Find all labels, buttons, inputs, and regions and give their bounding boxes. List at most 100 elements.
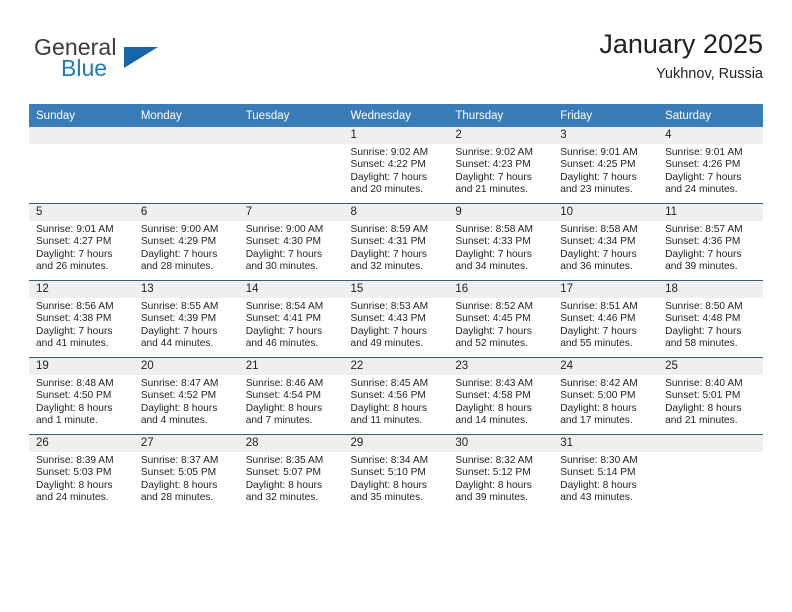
day-daylight-1-text: Daylight: 7 hours <box>140 248 218 260</box>
calendar-day-cell[interactable]: 11 Sunrise: 8:57 AM Sunset: 4:36 PM Dayligh… <box>658 203 763 281</box>
day-daylight-1-text: Daylight: 7 hours <box>560 248 637 260</box>
day-daylight-2-text: and 55 minutes. <box>560 338 633 350</box>
calendar-day-cell[interactable]: 4 Sunrise: 9:01 AM Sunset: 4:26 PM Daylight… <box>658 127 763 204</box>
day-daylight-1-text: Daylight: 8 hours <box>245 402 323 414</box>
day-sunset-text: Sunset: 4:29 PM <box>140 236 217 248</box>
calendar-day-cell[interactable]: 12 Sunrise: 8:56 AM Sunset: 4:38 PM Dayligh… <box>29 280 134 358</box>
calendar-day-cell[interactable]: 8 Sunrise: 8:59 AM Sunset: 4:31 PM Daylight… <box>343 203 449 281</box>
day-daylight-2-text: and 41 minutes. <box>36 338 109 350</box>
calendar-day-cell[interactable]: 6 Sunrise: 9:00 AM Sunset: 4:29 PM Daylight… <box>133 203 239 281</box>
day-daylight-1-text: Daylight: 7 hours <box>140 325 218 337</box>
day-sunrise-text: Sunrise: 8:48 AM <box>36 378 114 389</box>
calendar-day-cell[interactable]: 29 Sunrise: 8:34 AM Sunset: 5:10 PM Dayligh… <box>343 434 449 511</box>
day-daylight-2-text: and 24 minutes. <box>36 492 109 504</box>
calendar-day-cell[interactable]: 20 Sunrise: 8:47 AM Sunset: 4:52 PM Dayligh… <box>133 357 239 435</box>
calendar-day-cell[interactable]: 23 Sunrise: 8:43 AM Sunset: 4:58 PM Dayligh… <box>448 357 554 435</box>
day-daylight-1-text: Daylight: 8 hours <box>140 402 218 414</box>
day-sunset-text: Sunset: 4:31 PM <box>350 236 426 248</box>
day-daylight-1-text: Daylight: 8 hours <box>350 402 427 414</box>
weekday-header-wednesday: Wednesday <box>343 104 449 127</box>
day-sunrise-text: Sunrise: 8:45 AM <box>350 378 429 389</box>
day-details: Sunrise: 8:37 AM Sunset: 5:05 PM Daylight:… <box>134 452 239 505</box>
day-sunrise-text: Sunrise: 8:50 AM <box>665 301 743 312</box>
calendar-day-cell[interactable]: 17 Sunrise: 8:51 AM Sunset: 4:46 PM Dayligh… <box>553 280 659 358</box>
calendar-day-cell[interactable]: 14 Sunrise: 8:54 AM Sunset: 4:41 PM Dayligh… <box>238 280 344 358</box>
day-sunrise-text: Sunrise: 8:58 AM <box>560 224 638 235</box>
calendar-day-cell[interactable]: 28 Sunrise: 8:35 AM Sunset: 5:07 PM Dayligh… <box>238 434 344 511</box>
day-daylight-1-text: Daylight: 7 hours <box>560 171 637 183</box>
day-daylight-2-text: and 52 minutes. <box>455 338 528 350</box>
day-daylight-1-text: Daylight: 7 hours <box>350 248 427 260</box>
day-daylight-2-text: and 28 minutes. <box>140 492 214 504</box>
calendar-day-cell[interactable]: 3 Sunrise: 9:01 AM Sunset: 4:25 PM Daylight… <box>553 127 659 204</box>
day-details: Sunrise: 8:54 AM Sunset: 4:41 PM Daylight:… <box>239 298 344 351</box>
day-number: 13 <box>133 281 239 298</box>
day-daylight-1-text: Daylight: 8 hours <box>245 479 323 491</box>
calendar-day-cell[interactable]: 16 Sunrise: 8:52 AM Sunset: 4:45 PM Dayligh… <box>448 280 554 358</box>
calendar-day-cell[interactable]: 30 Sunrise: 8:32 AM Sunset: 5:12 PM Dayligh… <box>448 434 554 511</box>
day-number: 5 <box>29 204 134 221</box>
calendar-day-cell[interactable]: 24 Sunrise: 8:42 AM Sunset: 5:00 PM Dayligh… <box>553 357 659 435</box>
day-daylight-2-text: and 34 minutes. <box>455 261 528 273</box>
day-daylight-2-text: and 39 minutes. <box>665 261 738 273</box>
day-daylight-1-text: Daylight: 7 hours <box>665 325 742 337</box>
calendar-day-cell[interactable]: 1 Sunrise: 9:02 AM Sunset: 4:22 PM Daylight… <box>343 127 449 204</box>
calendar-day-cell[interactable]: 13 Sunrise: 8:55 AM Sunset: 4:39 PM Dayligh… <box>133 280 239 358</box>
day-details: Sunrise: 8:59 AM Sunset: 4:31 PM Daylight:… <box>344 221 449 274</box>
day-sunrise-text: Sunrise: 8:37 AM <box>140 455 219 466</box>
calendar-day-cell-empty <box>658 434 763 511</box>
calendar-day-cell[interactable]: 2 Sunrise: 9:02 AM Sunset: 4:23 PM Daylight… <box>448 127 554 204</box>
day-details: Sunrise: 8:45 AM Sunset: 4:56 PM Daylight:… <box>344 375 449 428</box>
calendar-day-cell[interactable]: 7 Sunrise: 9:00 AM Sunset: 4:30 PM Daylight… <box>238 203 344 281</box>
day-sunset-text: Sunset: 4:22 PM <box>350 159 426 171</box>
day-sunset-text: Sunset: 4:48 PM <box>665 313 741 325</box>
weekday-header-friday: Friday <box>553 104 659 127</box>
day-details: Sunrise: 8:46 AM Sunset: 4:54 PM Daylight:… <box>239 375 344 428</box>
day-number: 4 <box>658 127 763 144</box>
day-daylight-2-text: and 28 minutes. <box>140 261 214 273</box>
calendar-day-cell[interactable]: 15 Sunrise: 8:53 AM Sunset: 4:43 PM Dayligh… <box>343 280 449 358</box>
calendar-day-cell[interactable]: 10 Sunrise: 8:58 AM Sunset: 4:34 PM Dayligh… <box>553 203 659 281</box>
day-daylight-1-text: Daylight: 7 hours <box>455 325 532 337</box>
day-number: 10 <box>553 204 659 221</box>
triangle-icon <box>124 47 158 68</box>
calendar-day-cell[interactable]: 22 Sunrise: 8:45 AM Sunset: 4:56 PM Dayligh… <box>343 357 449 435</box>
day-sunrise-text: Sunrise: 8:54 AM <box>245 301 324 312</box>
day-number: 24 <box>553 358 659 375</box>
calendar-day-cell[interactable]: 25 Sunrise: 8:40 AM Sunset: 5:01 PM Dayligh… <box>658 357 763 435</box>
day-number: 20 <box>133 358 239 375</box>
day-details: Sunrise: 8:58 AM Sunset: 4:34 PM Daylight:… <box>553 221 658 274</box>
day-number: 8 <box>343 204 449 221</box>
calendar-day-cell[interactable]: 18 Sunrise: 8:50 AM Sunset: 4:48 PM Dayligh… <box>658 280 763 358</box>
day-sunrise-text: Sunrise: 8:57 AM <box>665 224 743 235</box>
calendar-week-row: 5 Sunrise: 9:01 AM Sunset: 4:27 PM Daylight… <box>29 203 763 281</box>
day-details: Sunrise: 8:52 AM Sunset: 4:45 PM Daylight:… <box>448 298 553 351</box>
calendar-day-cell[interactable]: 9 Sunrise: 8:58 AM Sunset: 4:33 PM Daylight… <box>448 203 554 281</box>
calendar-body: 1 Sunrise: 9:02 AM Sunset: 4:22 PM Daylight… <box>29 127 763 511</box>
day-sunrise-text: Sunrise: 8:55 AM <box>140 301 219 312</box>
calendar-day-cell[interactable]: 26 Sunrise: 8:39 AM Sunset: 5:03 PM Dayligh… <box>29 434 134 511</box>
day-daylight-2-text: and 32 minutes. <box>350 261 424 273</box>
day-daylight-1-text: Daylight: 8 hours <box>36 402 113 414</box>
day-daylight-2-text: and 30 minutes. <box>245 261 319 273</box>
day-number: 30 <box>448 435 554 452</box>
day-daylight-2-text: and 49 minutes. <box>350 338 424 350</box>
brand-logo[interactable]: General Blue <box>29 34 249 90</box>
calendar-day-cell[interactable]: 19 Sunrise: 8:48 AM Sunset: 4:50 PM Dayligh… <box>29 357 134 435</box>
day-number <box>29 127 134 144</box>
calendar-day-cell[interactable]: 27 Sunrise: 8:37 AM Sunset: 5:05 PM Dayligh… <box>133 434 239 511</box>
day-sunset-text: Sunset: 4:34 PM <box>560 236 636 248</box>
day-sunset-text: Sunset: 4:36 PM <box>665 236 741 248</box>
day-number: 2 <box>448 127 554 144</box>
day-number: 28 <box>238 435 344 452</box>
calendar-day-cell[interactable]: 21 Sunrise: 8:46 AM Sunset: 4:54 PM Dayligh… <box>238 357 344 435</box>
day-daylight-2-text: and 21 minutes. <box>455 184 528 196</box>
calendar-day-cell[interactable]: 5 Sunrise: 9:01 AM Sunset: 4:27 PM Daylight… <box>29 203 134 281</box>
day-daylight-1-text: Daylight: 8 hours <box>455 402 532 414</box>
page-subtitle: Yukhnov, Russia <box>656 66 763 82</box>
day-sunrise-text: Sunrise: 8:32 AM <box>455 455 533 466</box>
day-sunrise-text: Sunrise: 9:02 AM <box>350 147 429 158</box>
calendar-day-cell[interactable]: 31 Sunrise: 8:30 AM Sunset: 5:14 PM Dayligh… <box>553 434 659 511</box>
day-daylight-1-text: Daylight: 8 hours <box>140 479 218 491</box>
day-daylight-1-text: Daylight: 8 hours <box>350 479 427 491</box>
